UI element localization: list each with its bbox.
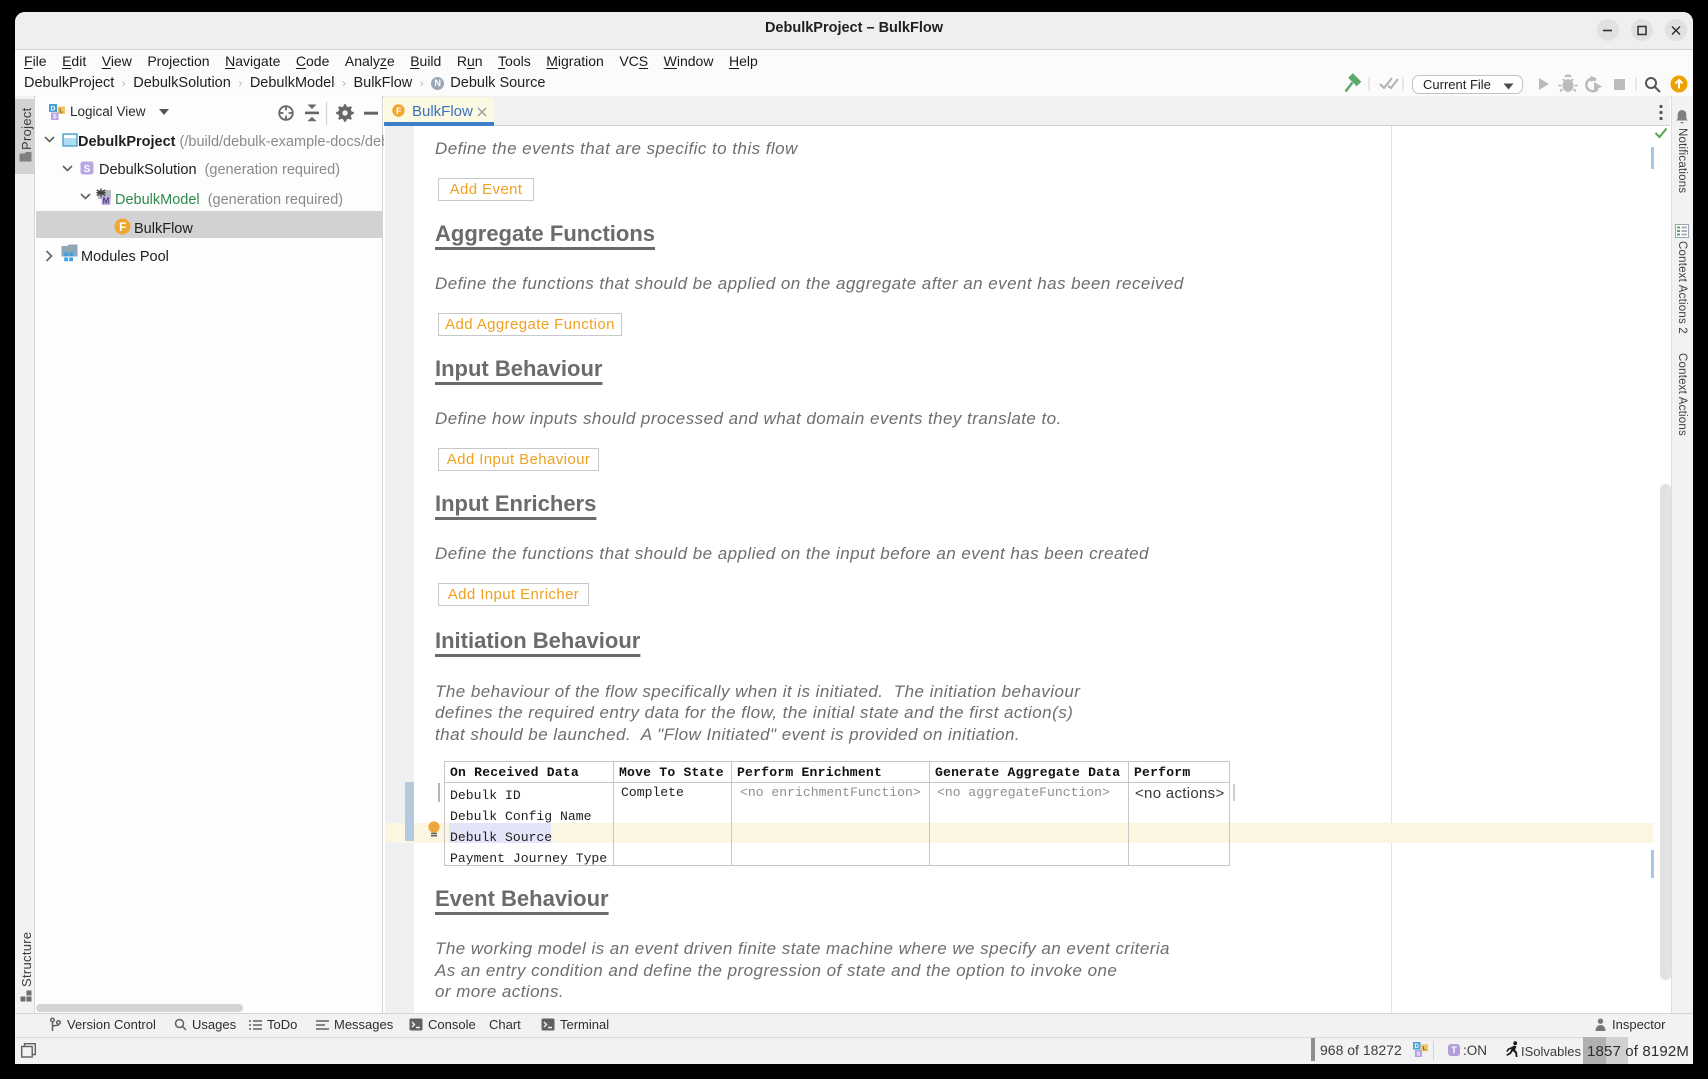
svg-text:M: M	[103, 196, 110, 205]
svg-text:F: F	[396, 106, 402, 116]
svg-text:L: L	[1423, 1046, 1427, 1052]
svg-text:S: S	[53, 115, 57, 121]
svg-text:D: D	[1415, 1043, 1420, 1050]
svg-text:S: S	[1416, 1052, 1420, 1057]
svg-text:D: D	[51, 106, 56, 113]
svg-text:L: L	[59, 109, 63, 115]
svg-text:S: S	[84, 164, 91, 175]
svg-text:F: F	[119, 222, 126, 234]
